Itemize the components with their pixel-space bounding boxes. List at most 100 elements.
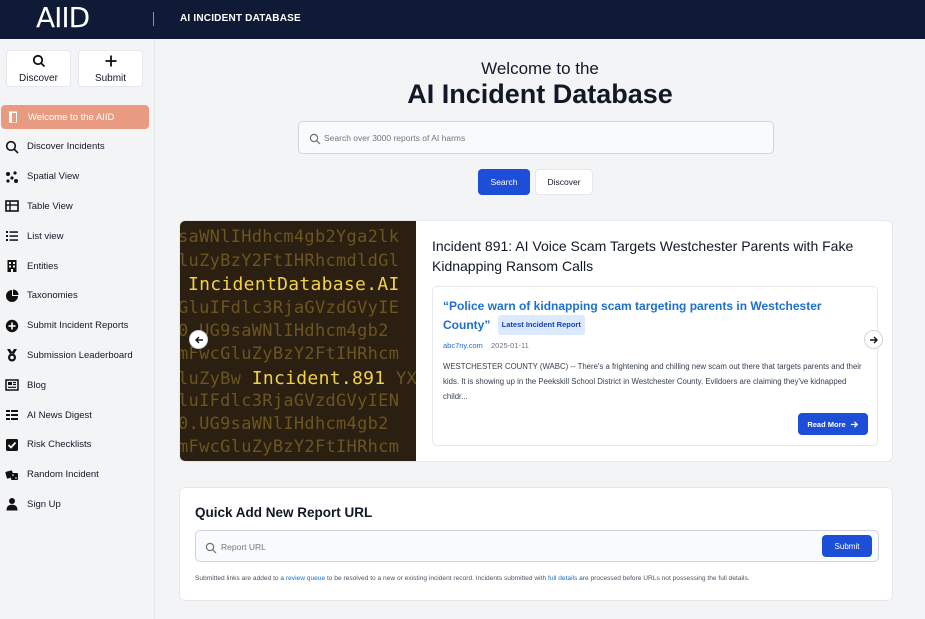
search-icon xyxy=(205,541,217,554)
carousel-next-button[interactable] xyxy=(864,330,883,349)
sidebar-item-blog[interactable]: Blog xyxy=(0,370,155,400)
image-text-line: saWNlIHdhcm4gb2Yga2lk xyxy=(180,227,400,247)
sidebar-item-discover-incidents[interactable]: Discover Incidents xyxy=(0,132,155,162)
latest-report-card: “Police warn of kidnapping scam targetin… xyxy=(432,286,878,446)
page-title: AI Incident Database xyxy=(407,79,673,109)
quick-add-panel: Quick Add New Report URL Submit Submitte… xyxy=(179,487,893,601)
top-bar: AIID AI INCIDENT DATABASE xyxy=(0,0,925,39)
sidebar-nav: Welcome to the AIID Discover Incidents S… xyxy=(0,104,155,519)
search-icon xyxy=(5,140,19,154)
quick-add-submit-button[interactable]: Submit xyxy=(822,535,872,557)
newspaper-icon xyxy=(5,378,19,392)
scatter-icon xyxy=(5,170,19,184)
site-title[interactable]: AI INCIDENT DATABASE xyxy=(180,13,301,24)
image-text-line: luIFdlc3RjaGVzdGVyIEN xyxy=(180,391,400,411)
sidebar-item-table-view[interactable]: Table View xyxy=(0,192,155,222)
sidebar-item-welcome[interactable]: Welcome to the AIID xyxy=(1,105,149,129)
search-box[interactable] xyxy=(298,121,774,154)
sidebar-item-label: Random Incident xyxy=(27,469,99,481)
discover-button-label: Discover xyxy=(19,73,58,84)
header-divider xyxy=(153,12,154,26)
sidebar-item-taxonomies[interactable]: Taxonomies xyxy=(0,281,155,311)
sidebar-item-label: Submit Incident Reports xyxy=(27,320,129,332)
image-text-line: IncidentDatabase.AI xyxy=(188,274,400,295)
sidebar-item-label: Spatial View xyxy=(27,171,80,183)
image-text-line: luZyBzY2FtIHRhcmdldGl xyxy=(180,251,400,271)
building-icon xyxy=(5,259,19,273)
search-button[interactable]: Search xyxy=(478,169,530,195)
image-text-line: mFwcGluZyBzY2FtIHRhcm xyxy=(180,344,400,364)
report-meta: abc7ny.com 2025-01-11 xyxy=(443,341,529,350)
sidebar-item-label: Entities xyxy=(27,260,59,272)
plus-icon xyxy=(79,54,142,72)
note-text: to be resolved to a new or existing inci… xyxy=(325,575,548,582)
sidebar-item-submit-incident-reports[interactable]: Submit Incident Reports xyxy=(0,311,155,341)
discover-button[interactable]: Discover xyxy=(6,50,71,87)
read-more-label: Read More xyxy=(807,419,846,429)
search-icon xyxy=(7,54,70,72)
image-text-line: mFwcGluZyBzY2FtIHRhcm xyxy=(180,437,400,457)
sidebar-item-label: Welcome to the AIID xyxy=(28,111,115,123)
incident-title[interactable]: Incident 891: AI Voice Scam Targets West… xyxy=(432,236,872,276)
sidebar-item-sign-up[interactable]: Sign Up xyxy=(0,490,155,520)
full-details-link[interactable]: full details xyxy=(548,575,577,582)
report-url-input[interactable] xyxy=(221,538,801,556)
note-text: are processed before URLs not possessing… xyxy=(577,575,750,582)
checkbox-icon xyxy=(5,438,19,452)
discover-secondary-button[interactable]: Discover xyxy=(535,169,593,195)
table-icon xyxy=(5,199,19,213)
sidebar-item-ai-news-digest[interactable]: AI News Digest xyxy=(0,400,155,430)
report-excerpt: WESTCHESTER COUNTY (WABC) -- There's a f… xyxy=(443,362,862,401)
search-input[interactable] xyxy=(324,129,764,147)
report-source-link[interactable]: abc7ny.com xyxy=(443,341,483,350)
image-text-line: 0.UG9saWNlIHdhcm4gb2 xyxy=(180,414,389,434)
incident-image[interactable]: saWNlIHdhcm4gb2Yga2lk luZyBzY2FtIHRhcmdl… xyxy=(180,221,416,461)
image-incident-label: Incident.891 xyxy=(251,368,386,389)
user-icon xyxy=(5,497,19,511)
digest-icon xyxy=(5,408,19,422)
arrow-right-icon xyxy=(869,336,878,343)
carousel-prev-button[interactable] xyxy=(189,330,208,349)
sidebar-item-risk-checklists[interactable]: Risk Checklists xyxy=(0,430,155,460)
arrow-right-icon xyxy=(850,420,858,428)
submit-button-label: Submit xyxy=(94,73,127,84)
sidebar-item-submission-leaderboard[interactable]: Submission Leaderboard xyxy=(0,341,155,371)
welcome-subtitle: Welcome to the xyxy=(481,59,599,78)
sidebar-item-label: Blog xyxy=(27,379,47,391)
list-icon xyxy=(5,229,19,243)
aiid-logo[interactable]: AIID xyxy=(36,1,90,34)
latest-report-badge: Latest Incident Report xyxy=(497,315,585,335)
door-icon xyxy=(6,110,20,124)
sidebar-item-entities[interactable]: Entities xyxy=(0,251,155,281)
arrow-left-icon xyxy=(194,336,203,343)
quick-add-title: Quick Add New Report URL xyxy=(195,505,373,520)
sidebar: Discover Submit Welcome to the AIID Disc… xyxy=(0,39,155,619)
dice-icon xyxy=(5,468,19,482)
report-title-wrap[interactable]: “Police warn of kidnapping scam targetin… xyxy=(443,297,843,335)
report-url-box[interactable]: Submit xyxy=(195,530,879,562)
sidebar-item-label: Risk Checklists xyxy=(27,439,92,451)
submit-button[interactable]: Submit xyxy=(78,50,143,87)
report-date: 2025-01-11 xyxy=(490,341,529,350)
sidebar-item-label: List view xyxy=(27,230,64,242)
image-text-line: 0.UG9saWNlIHdhcm4gb2 xyxy=(180,321,389,341)
review-queue-link[interactable]: review queue xyxy=(286,575,325,582)
sidebar-item-label: Sign Up xyxy=(27,498,61,510)
sidebar-item-label: Discover Incidents xyxy=(27,141,105,153)
quick-add-note: Submitted links are added to a review qu… xyxy=(195,575,750,582)
note-text: Submitted links are added to a xyxy=(195,575,286,582)
medal-icon xyxy=(5,348,19,362)
image-text-line: GluIFdlc3RjaGVzdGVyIE xyxy=(180,298,400,318)
sidebar-item-label: Table View xyxy=(27,200,73,212)
read-more-button[interactable]: Read More xyxy=(798,413,868,435)
sidebar-item-label: Taxonomies xyxy=(27,290,78,302)
plus-circle-icon xyxy=(5,319,19,333)
image-text-line: luZyBw Incident.891 YXJl xyxy=(180,368,416,389)
sidebar-item-label: Submission Leaderboard xyxy=(27,349,133,361)
sidebar-item-label: AI News Digest xyxy=(27,409,92,421)
sidebar-item-spatial-view[interactable]: Spatial View xyxy=(0,162,155,192)
sidebar-item-list-view[interactable]: List view xyxy=(0,221,155,251)
sidebar-item-random-incident[interactable]: Random Incident xyxy=(0,460,155,490)
search-icon xyxy=(309,132,321,145)
pie-icon xyxy=(5,289,19,303)
